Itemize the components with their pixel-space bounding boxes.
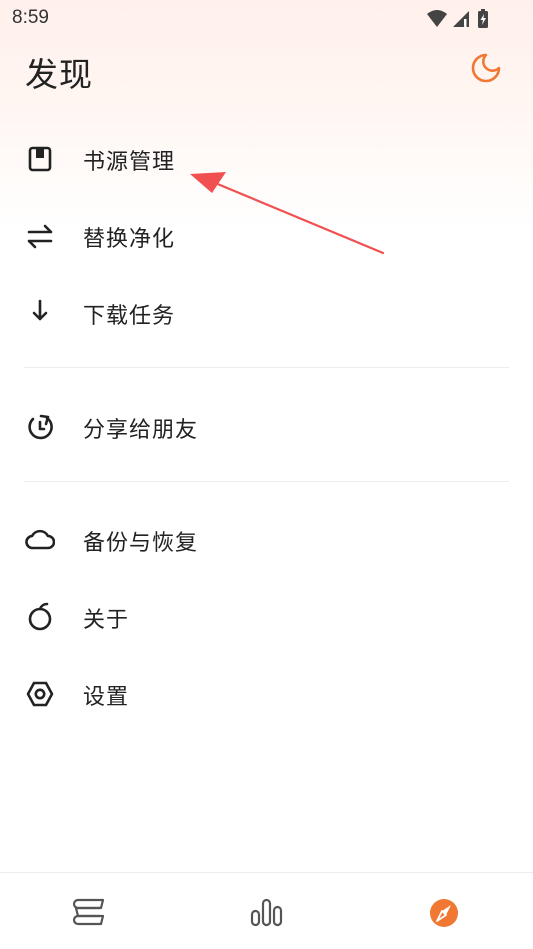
bookshelf-nav-icon[interactable] — [70, 895, 108, 931]
menu-item-about[interactable]: 关于 — [0, 584, 533, 648]
menu-label-book-source: 书源管理 — [83, 150, 176, 175]
share-icon — [28, 414, 53, 440]
about-icon — [28, 602, 52, 631]
menu-item-share[interactable]: 分享给朋友 — [0, 394, 533, 458]
divider — [24, 367, 509, 368]
book-source-icon — [28, 146, 52, 172]
menu-label-share: 分享给朋友 — [83, 418, 199, 443]
cloud-icon — [25, 529, 55, 550]
divider — [24, 481, 509, 482]
menu-item-book-source[interactable]: 书源管理 — [0, 126, 533, 190]
page-title: 发现 — [25, 55, 93, 94]
compass-nav-icon[interactable] — [426, 895, 464, 931]
status-icons — [427, 9, 488, 28]
settings-hexagon-icon — [26, 681, 54, 707]
status-bar: 8:59 — [0, 0, 533, 36]
menu-label-backup: 备份与恢复 — [83, 531, 199, 556]
moon-icon[interactable] — [468, 50, 504, 86]
status-time: 8:59 — [12, 7, 49, 28]
menu-label-about: 关于 — [83, 608, 130, 633]
menu-label-replace: 替换净化 — [83, 227, 176, 252]
download-arrow-icon — [32, 299, 48, 321]
signal-icon — [453, 11, 469, 28]
menu-item-settings[interactable]: 设置 — [0, 661, 533, 725]
swap-arrows-icon — [27, 224, 53, 249]
menu-item-backup[interactable]: 备份与恢复 — [0, 507, 533, 571]
menu-item-download[interactable]: 下载任务 — [0, 280, 533, 344]
bottom-nav — [0, 872, 533, 949]
menu-label-download: 下载任务 — [83, 304, 176, 329]
wifi-icon — [427, 10, 447, 27]
explore-chart-nav-icon[interactable] — [248, 895, 286, 931]
battery-icon — [478, 9, 488, 28]
menu-label-settings: 设置 — [83, 685, 130, 710]
menu-item-replace[interactable]: 替换净化 — [0, 203, 533, 267]
